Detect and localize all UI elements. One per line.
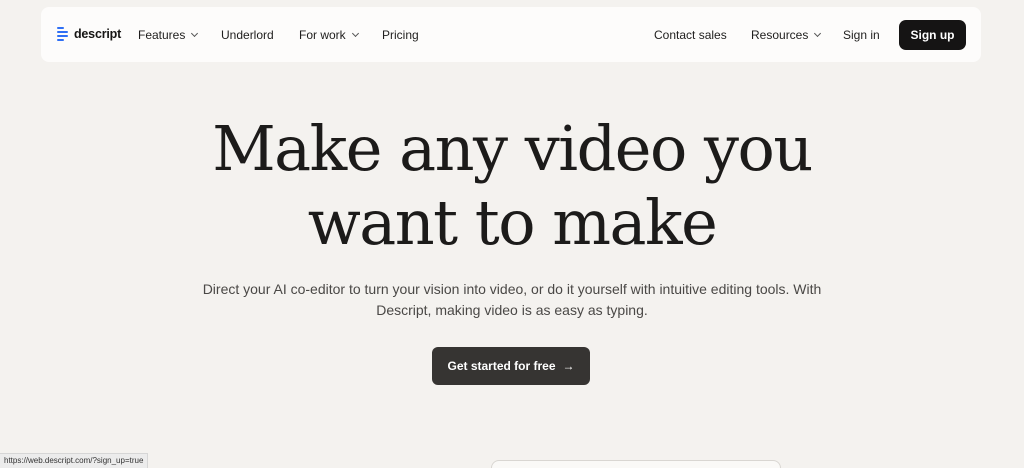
hero-subtitle: Direct your AI co-editor to turn your vi… [202,281,822,318]
sign-in-link[interactable]: Sign in [843,7,880,62]
nav-item-label: Resources [751,27,809,42]
get-started-button[interactable]: Get started for free → [432,347,590,385]
nav-item-label: Contact sales [654,27,727,42]
nav-item-label: Sign in [843,27,880,42]
nav-item-for-work[interactable]: For work [299,7,359,62]
hero-title: Make any video you want to make [0,112,1024,260]
top-navbar: descript Features Underlord For work Pri… [41,7,981,62]
nav-item-label: For work [299,27,346,42]
chevron-down-icon [351,29,359,37]
nav-item-resources[interactable]: Resources [751,7,822,62]
nav-item-underlord[interactable]: Underlord [221,7,274,62]
nav-item-pricing[interactable]: Pricing [382,7,419,62]
sign-up-button[interactable]: Sign up [899,20,966,50]
descript-logo-icon [57,27,69,42]
status-bar-url: https://web.descript.com/?sign_up=true [0,453,149,468]
product-preview-card [491,460,781,468]
cta-label: Get started for free [447,359,556,373]
hero-title-line-2: want to make [307,186,718,259]
nav-item-label: Features [138,27,186,42]
descript-logo[interactable]: descript [57,27,122,42]
nav-item-label: Pricing [382,27,419,42]
arrow-right-icon: → [562,359,575,373]
hero-title-line-1: Make any video you [212,112,813,185]
chevron-down-icon [814,29,822,37]
nav-item-contact-sales[interactable]: Contact sales [654,7,727,62]
chevron-down-icon [191,29,199,37]
nav-item-label: Underlord [221,27,274,42]
nav-item-features[interactable]: Features [138,7,199,62]
logo-text: descript [74,27,122,41]
